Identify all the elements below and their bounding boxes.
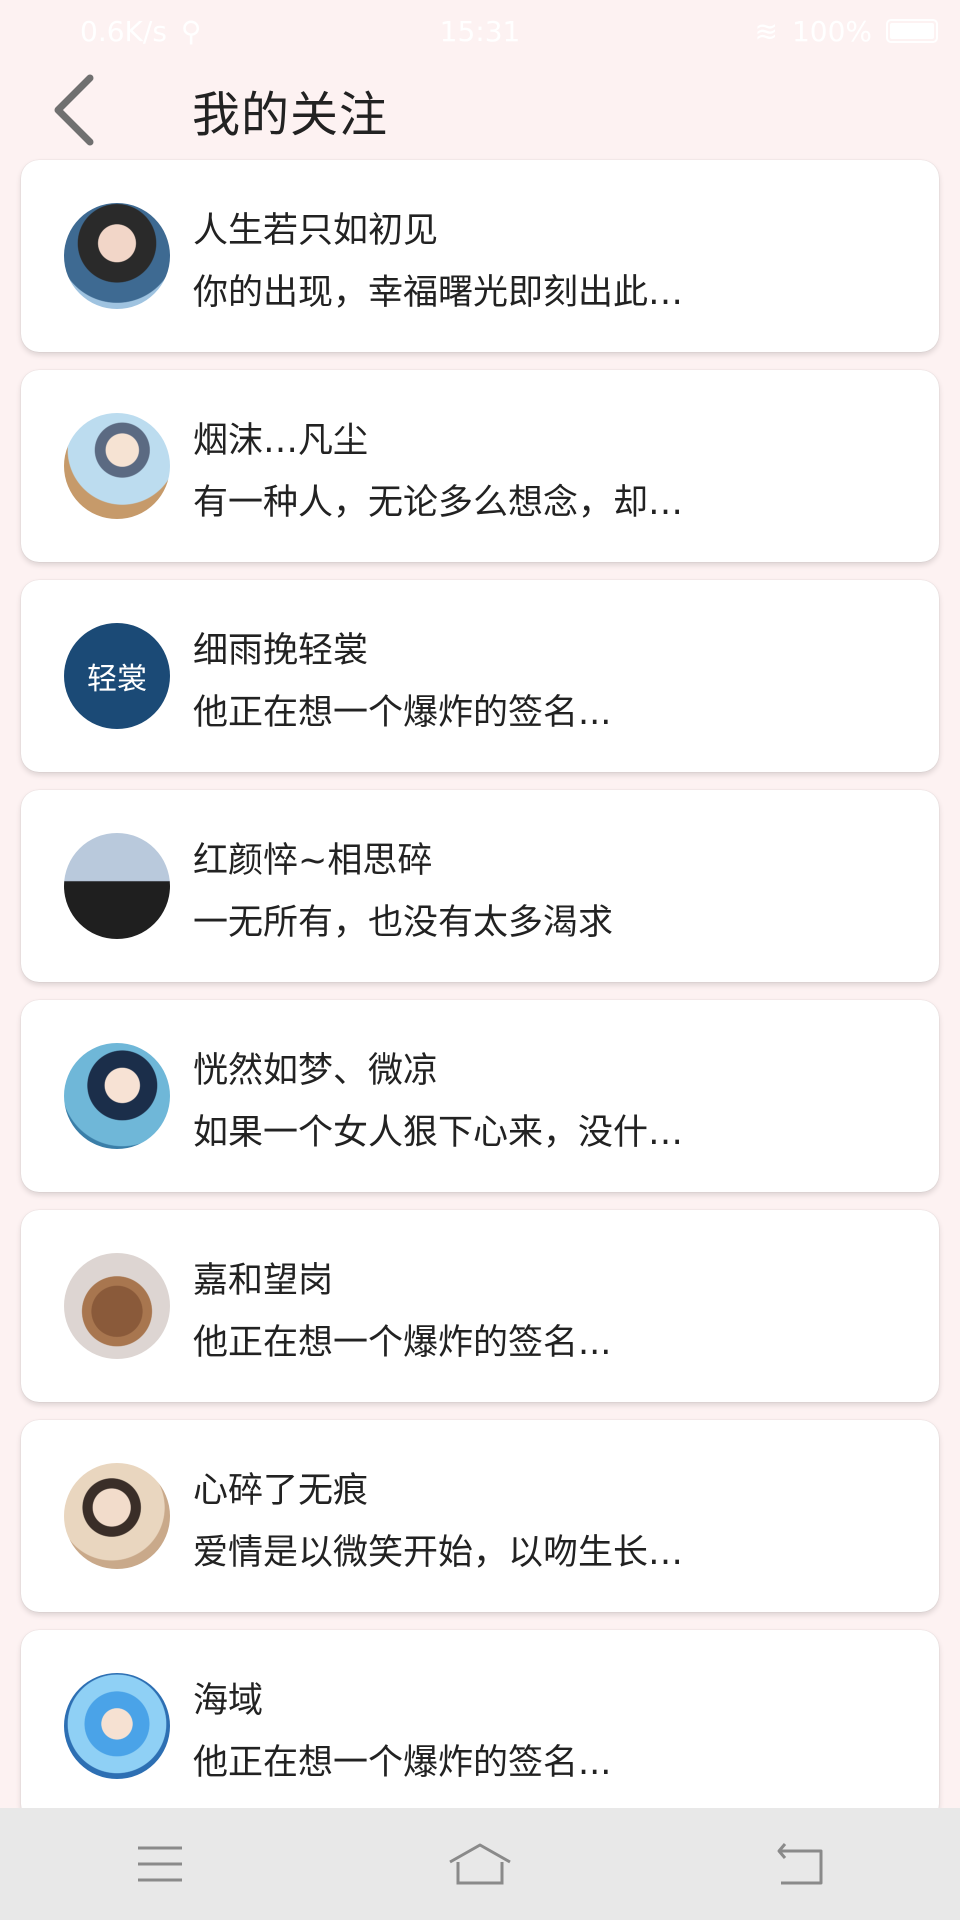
nav-back-button[interactable] — [740, 1819, 860, 1909]
avatar-badge-text: 轻裳 — [87, 662, 147, 697]
follow-item[interactable]: 人生若只如初见 你的出现，幸福曙光即刻出此… — [21, 160, 939, 352]
follow-item[interactable]: 心碎了无痕 爱情是以微笑开始，以吻生长… — [21, 1420, 939, 1612]
follow-item[interactable]: 轻裳 细雨挽轻裳 他正在想一个爆炸的签名... — [21, 580, 939, 772]
avatar[interactable] — [64, 1253, 170, 1359]
battery-percent: 100% — [791, 14, 872, 48]
avatar[interactable] — [64, 413, 170, 519]
back-button[interactable] — [44, 70, 104, 150]
follow-item[interactable]: 嘉和望岗 他正在想一个爆炸的签名... — [21, 1210, 939, 1402]
user-name: 恍然如梦、微凉 — [193, 1051, 439, 1091]
user-signature: 如果一个女人狠下心来，没什… — [193, 1113, 684, 1153]
menu-button[interactable] — [100, 1819, 220, 1909]
back-icon — [777, 1843, 823, 1885]
user-name: 海域 — [193, 1681, 264, 1721]
avatar[interactable] — [64, 1043, 170, 1149]
user-signature: 他正在想一个爆炸的签名... — [193, 693, 612, 733]
user-signature: 有一种人，无论多么想念，却… — [193, 483, 684, 523]
follow-item[interactable]: 恍然如梦、微凉 如果一个女人狠下心来，没什… — [21, 1000, 939, 1192]
follow-item[interactable]: 海域 他正在想一个爆炸的签名... — [21, 1630, 939, 1822]
menu-icon — [138, 1846, 182, 1882]
avatar[interactable]: 轻裳 — [64, 623, 170, 729]
user-signature: 他正在想一个爆炸的签名... — [193, 1743, 612, 1783]
user-signature: 你的出现，幸福曙光即刻出此… — [193, 273, 684, 313]
status-right: ≋ 100% — [754, 15, 938, 48]
header: 我的关注 — [0, 62, 960, 158]
status-bar: 0.6K/s ⚲ 15:31 ≋ 100% — [0, 0, 960, 62]
wifi-icon: ≋ — [754, 14, 778, 48]
user-name: 嘉和望岗 — [193, 1261, 334, 1301]
page-title: 我的关注 — [192, 87, 389, 143]
follow-list: 人生若只如初见 你的出现，幸福曙光即刻出此… 烟沫…凡尘 有一种人，无论多么想念… — [21, 160, 939, 1840]
user-name: 烟沫…凡尘 — [193, 421, 369, 461]
chevron-left-icon — [54, 74, 94, 146]
user-name: 细雨挽轻裳 — [193, 631, 369, 671]
avatar[interactable] — [64, 1673, 170, 1779]
user-name: 人生若只如初见 — [193, 211, 439, 251]
home-icon — [449, 1843, 511, 1885]
follow-item[interactable]: 烟沫…凡尘 有一种人，无论多么想念，却… — [21, 370, 939, 562]
home-button[interactable] — [420, 1819, 540, 1909]
avatar[interactable] — [64, 203, 170, 309]
avatar[interactable] — [64, 1463, 170, 1569]
navigation-bar — [0, 1808, 960, 1920]
user-signature: 爱情是以微笑开始，以吻生长… — [193, 1533, 684, 1573]
user-signature: 一无所有，也没有太多渴求 — [193, 903, 614, 943]
usb-icon: ⚲ — [180, 14, 202, 48]
status-left: 0.6K/s ⚲ — [80, 15, 201, 48]
avatar[interactable] — [64, 833, 170, 939]
user-name: 心碎了无痕 — [193, 1471, 369, 1511]
battery-icon — [886, 19, 938, 43]
network-speed: 0.6K/s — [80, 14, 167, 48]
follow-item[interactable]: 红颜悴~相思碎 一无所有，也没有太多渴求 — [21, 790, 939, 982]
user-name: 红颜悴~相思碎 — [193, 841, 433, 881]
user-signature: 他正在想一个爆炸的签名... — [193, 1323, 612, 1363]
